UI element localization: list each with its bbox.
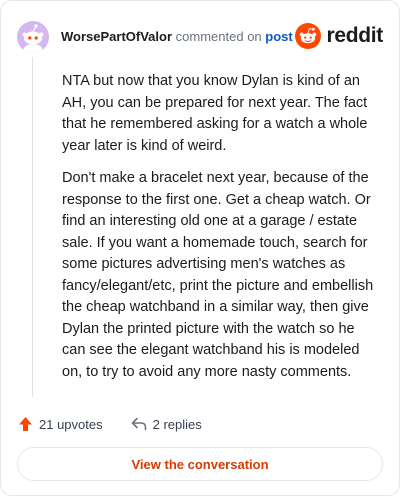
comment-footer: 21 upvotes 2 replies <box>18 413 202 435</box>
upvotes-label: 21 upvotes <box>39 416 103 432</box>
thread-line <box>32 57 33 397</box>
comment-body: NTA but now that you know Dylan is kind … <box>62 71 378 394</box>
comment-byline: WorsePartOfValor commented on post <box>61 29 293 45</box>
comment-header: WorsePartOfValor commented on post reddi… <box>17 17 383 57</box>
reddit-wordmark: reddit <box>326 24 383 47</box>
reddit-snoo-icon <box>295 23 322 49</box>
username-link[interactable]: WorsePartOfValor <box>61 29 172 44</box>
reddit-logo[interactable]: reddit <box>295 23 383 49</box>
reply-arrow-icon <box>131 417 146 431</box>
user-avatar[interactable] <box>17 21 49 53</box>
comment-card: WorsePartOfValor commented on post reddi… <box>0 0 400 496</box>
comment-paragraph: NTA but now that you know Dylan is kind … <box>62 73 368 154</box>
replies-label: 2 replies <box>152 416 202 432</box>
replies-count[interactable]: 2 replies <box>131 417 202 432</box>
action-text: commented on <box>175 29 262 44</box>
snoo-avatar-icon <box>22 24 44 53</box>
comment-paragraph: Don't make a bracelet next year, because… <box>62 170 374 380</box>
upvotes-count[interactable]: 21 upvotes <box>18 416 103 432</box>
post-link[interactable]: post <box>265 29 292 44</box>
upvote-arrow-icon <box>19 417 32 431</box>
view-conversation-button[interactable]: View the conversation <box>17 447 383 481</box>
